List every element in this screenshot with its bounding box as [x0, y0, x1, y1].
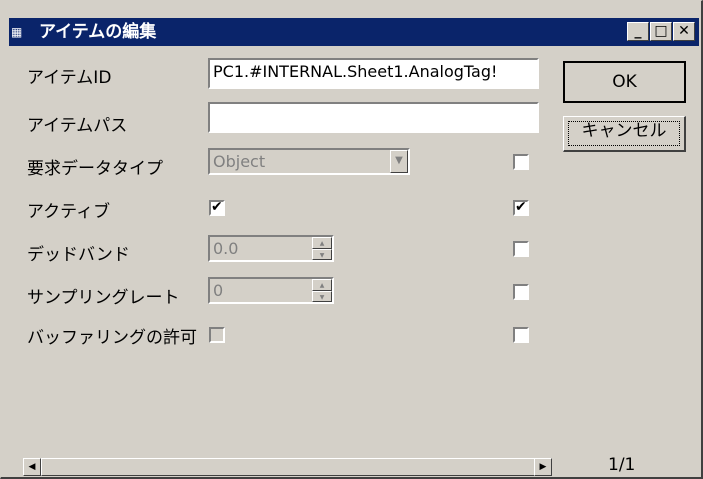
cancel-button-label: キャンセル — [568, 121, 680, 146]
minimize-button[interactable]: _ — [627, 22, 649, 41]
horizontal-scrollbar[interactable]: ◀ ▶ — [23, 458, 552, 476]
buffering-label: バッファリングの許可 — [27, 328, 197, 348]
sampling-rate-override-checkbox[interactable] — [513, 284, 529, 300]
deadband-spin-buttons: ▲ ▼ — [312, 237, 332, 260]
spin-up-icon[interactable]: ▲ — [312, 279, 332, 291]
item-edit-dialog: ▦ アイテムの編集 _ □ ✕ アイテムID PC1.#INTERNAL.She… — [0, 0, 703, 479]
active-checkbox[interactable]: ✔ — [209, 199, 225, 216]
scroll-right-icon[interactable]: ▶ — [534, 458, 552, 476]
item-path-label: アイテムパス — [27, 116, 128, 136]
deadband-spinner[interactable]: 0.0 ▲ ▼ — [208, 235, 334, 262]
sampling-rate-value: 0 — [213, 281, 224, 300]
sampling-rate-spinner[interactable]: 0 ▲ ▼ — [208, 277, 334, 304]
scroll-left-icon[interactable]: ◀ — [23, 458, 41, 476]
close-button[interactable]: ✕ — [673, 22, 695, 41]
sampling-rate-spin-buttons: ▲ ▼ — [312, 279, 332, 302]
deadband-value: 0.0 — [213, 239, 239, 258]
deadband-override-checkbox[interactable] — [513, 241, 529, 257]
check-mark-icon: ✔ — [211, 199, 223, 215]
ok-button[interactable]: OK — [563, 61, 686, 103]
window-title: アイテムの編集 — [39, 22, 157, 42]
data-type-label: 要求データタイプ — [27, 159, 163, 179]
title-bar[interactable]: ▦ アイテムの編集 _ □ ✕ — [9, 18, 699, 46]
maximize-button[interactable]: □ — [650, 22, 672, 41]
data-type-select[interactable]: Object ▼ — [208, 148, 410, 175]
spin-down-icon[interactable]: ▼ — [312, 248, 332, 260]
active-label: アクティブ — [27, 202, 111, 222]
spin-down-icon[interactable]: ▼ — [312, 290, 332, 302]
check-mark-icon: ✔ — [515, 199, 527, 215]
cancel-button[interactable]: キャンセル — [563, 116, 686, 152]
data-type-value: Object — [213, 152, 266, 171]
sampling-rate-label: サンプリングレート — [27, 288, 180, 308]
chevron-down-icon[interactable]: ▼ — [390, 150, 408, 173]
data-type-override-checkbox[interactable] — [513, 154, 529, 170]
item-id-label: アイテムID — [27, 68, 112, 88]
item-id-value: PC1.#INTERNAL.Sheet1.AnalogTag! — [213, 62, 498, 81]
buffering-checkbox[interactable] — [209, 327, 225, 343]
page-counter: 1/1 — [608, 455, 636, 475]
deadband-label: デッドバンド — [27, 245, 130, 265]
spin-up-icon[interactable]: ▲ — [312, 237, 332, 249]
app-icon: ▦ — [11, 25, 23, 39]
scrollbar-thumb[interactable] — [41, 458, 535, 476]
item-path-input[interactable] — [208, 102, 539, 133]
item-id-input[interactable]: PC1.#INTERNAL.Sheet1.AnalogTag! — [208, 58, 539, 89]
active-override-checkbox[interactable]: ✔ — [513, 199, 529, 216]
buffering-override-checkbox[interactable] — [513, 327, 529, 343]
